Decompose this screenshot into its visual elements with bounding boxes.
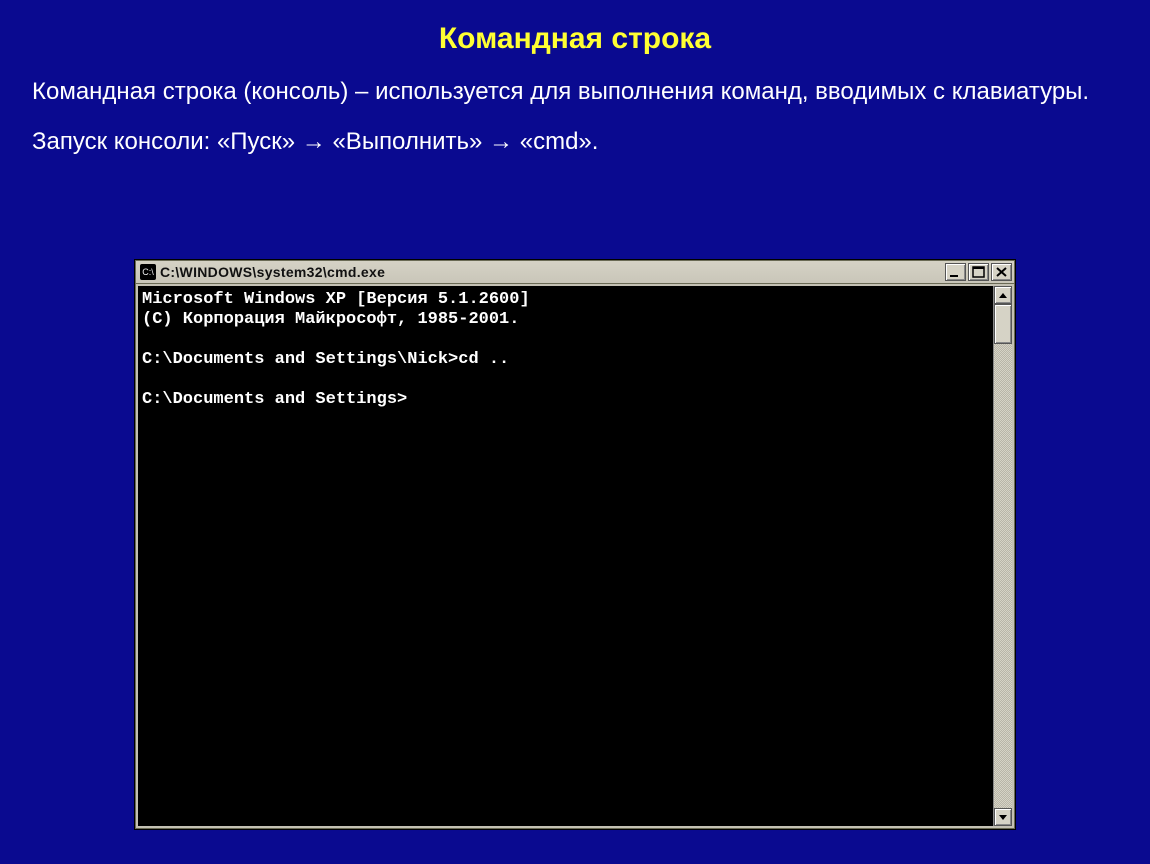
- slide-paragraph-1: Командная строка (консоль) – используетс…: [0, 76, 1150, 108]
- cmd-frame: Microsoft Windows XP [Версия 5.1.2600] (…: [135, 284, 1015, 829]
- maximize-button[interactable]: [968, 263, 989, 281]
- scroll-up-button[interactable]: [994, 286, 1012, 304]
- scroll-track[interactable]: [994, 344, 1012, 808]
- slide-title: Командная строка: [0, 0, 1150, 56]
- cmd-scrollbar[interactable]: [993, 286, 1012, 826]
- cmd-titlebar[interactable]: C:\ C:\WINDOWS\system32\cmd.exe: [135, 260, 1015, 284]
- close-icon: [992, 264, 1011, 280]
- maximize-icon: [969, 264, 988, 280]
- minimize-button[interactable]: [945, 263, 966, 281]
- cmd-window: C:\ C:\WINDOWS\system32\cmd.exe: [135, 260, 1015, 829]
- cmd-window-title: C:\WINDOWS\system32\cmd.exe: [160, 264, 943, 280]
- slide-paragraph-2: Запуск консоли: «Пуск» → «Выполнить» → «…: [0, 126, 1150, 158]
- minimize-icon: [946, 264, 965, 280]
- cmd-icon-text: C:\: [142, 267, 154, 277]
- close-button[interactable]: [991, 263, 1012, 281]
- chevron-down-icon: [999, 815, 1007, 820]
- cmd-output[interactable]: Microsoft Windows XP [Версия 5.1.2600] (…: [138, 286, 993, 826]
- chevron-up-icon: [999, 293, 1007, 298]
- scroll-down-button[interactable]: [994, 808, 1012, 826]
- slide: Командная строка Командная строка (консо…: [0, 0, 1150, 864]
- scroll-thumb[interactable]: [994, 304, 1012, 344]
- cmd-icon: C:\: [140, 264, 156, 280]
